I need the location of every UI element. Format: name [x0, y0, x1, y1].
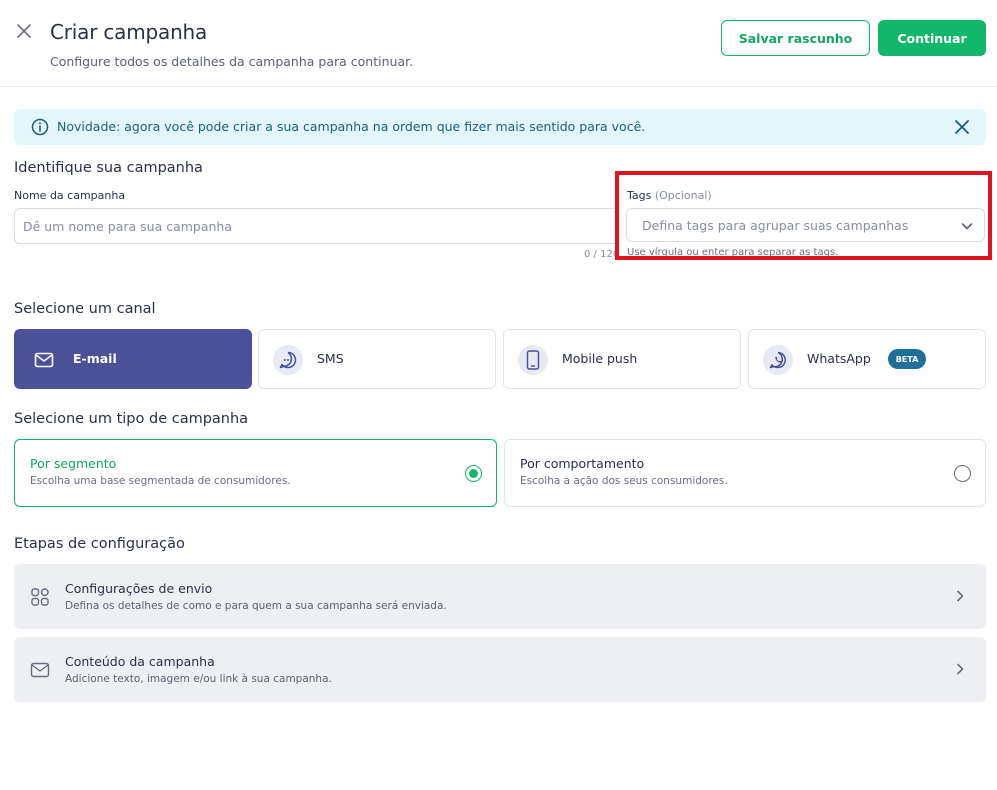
mobile-icon: [518, 345, 548, 375]
step-campaign-content[interactable]: Conteúdo da campanha Adicione texto, ima…: [14, 637, 986, 702]
channel-whatsapp[interactable]: WhatsApp BETA: [748, 329, 986, 389]
grid-icon: [31, 588, 49, 606]
chevron-down-icon[interactable]: [960, 219, 974, 233]
step-send-settings-title: Configurações de envio: [65, 581, 213, 596]
tags-optional-text: (Opcional): [654, 189, 712, 202]
channel-mobile-push[interactable]: Mobile push: [503, 329, 741, 389]
beta-badge: BETA: [888, 349, 926, 369]
campaign-type-behavior-title: Por comportamento: [520, 456, 645, 471]
sms-bubble-icon: [273, 345, 303, 375]
campaign-name-label: Nome da campanha: [14, 189, 126, 202]
radio-segment[interactable]: [465, 465, 482, 482]
step-send-settings[interactable]: Configurações de envio Defina os detalhe…: [14, 564, 986, 629]
tags-label-text: Tags: [627, 189, 652, 202]
campaign-type-segment[interactable]: Por segmento Escolha uma base segmentada…: [14, 439, 497, 507]
campaign-type-segment-title: Por segmento: [30, 456, 117, 471]
mail-icon: [29, 345, 59, 375]
save-draft-button[interactable]: Salvar rascunho: [721, 20, 870, 56]
channel-sms[interactable]: SMS: [258, 329, 496, 389]
steps-section-title: Etapas de configuração: [14, 536, 185, 552]
continue-button[interactable]: Continuar: [878, 20, 986, 56]
channel-email[interactable]: E-mail: [14, 329, 252, 389]
info-banner: Novidade: agora você pode criar a sua ca…: [14, 109, 986, 145]
campaign-name-input[interactable]: [14, 208, 616, 244]
channel-whatsapp-label: WhatsApp: [807, 351, 871, 366]
radio-behavior[interactable]: [954, 465, 971, 482]
channel-mobile-push-label: Mobile push: [562, 351, 638, 366]
close-icon[interactable]: [15, 22, 33, 40]
tags-placeholder: Defina tags para agrupar suas campanhas: [642, 218, 909, 233]
whatsapp-icon: [763, 345, 793, 375]
mail-icon: [30, 662, 50, 678]
info-icon: [31, 118, 49, 136]
identify-section-title: Identifique sua campanha: [14, 160, 203, 176]
tags-label: Tags (Opcional): [627, 189, 712, 202]
page-title: Criar campanha: [50, 20, 208, 44]
campaign-type-behavior-description: Escolha a ação dos seus consumidores.: [520, 475, 728, 487]
chevron-right-icon: [957, 663, 964, 675]
campaign-type-segment-description: Escolha uma base segmentada de consumido…: [30, 475, 291, 487]
tags-select[interactable]: Defina tags para agrupar suas campanhas: [626, 208, 985, 242]
step-campaign-content-description: Adicione texto, imagem e/ou link à sua c…: [65, 673, 332, 685]
page-subtitle: Configure todos os detalhes da campanha …: [50, 54, 414, 69]
channel-sms-label: SMS: [317, 351, 344, 366]
char-count: 0 / 120: [584, 249, 616, 260]
chevron-right-icon: [957, 590, 964, 602]
campaign-type-section-title: Selecione um tipo de campanha: [14, 411, 249, 427]
channel-section-title: Selecione um canal: [14, 301, 156, 317]
info-banner-text: Novidade: agora você pode criar a sua ca…: [57, 119, 646, 134]
tags-hint: Use vírgula ou enter para separar as tag…: [627, 247, 839, 258]
header-divider: [0, 86, 997, 87]
step-send-settings-description: Defina os detalhes de como e para quem a…: [65, 600, 447, 612]
channel-email-label: E-mail: [73, 351, 117, 366]
step-campaign-content-title: Conteúdo da campanha: [65, 654, 215, 669]
campaign-type-behavior[interactable]: Por comportamento Escolha a ação dos seu…: [504, 439, 986, 507]
banner-close-icon[interactable]: [954, 119, 970, 135]
